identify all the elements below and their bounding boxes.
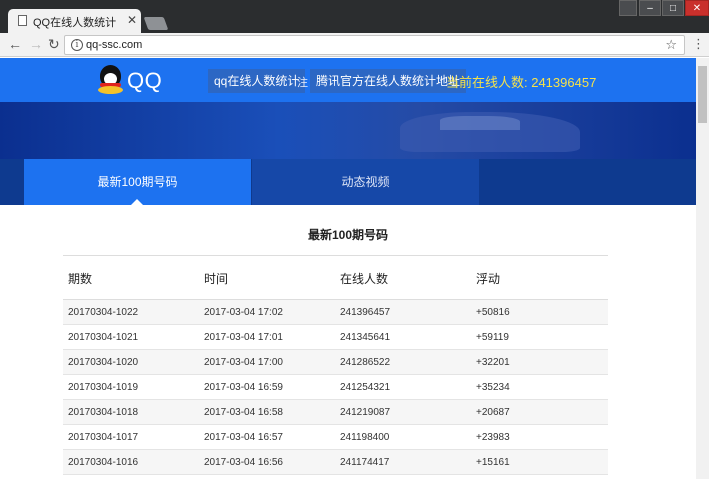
- cell-online: 241254321: [340, 382, 391, 393]
- cell-time: 2017-03-04 16:58: [204, 407, 283, 418]
- cell-period: 20170304-1016: [68, 457, 139, 468]
- table-row: 20170304-1019 2017-03-04 16:59 241254321…: [63, 375, 608, 400]
- online-count: 当前在线人数: 241396457: [446, 75, 597, 90]
- cell-time: 2017-03-04 17:00: [204, 357, 283, 368]
- cell-online: 241286522: [340, 357, 391, 368]
- section-tabs: 最新100期号码 动态视频: [0, 159, 696, 205]
- cell-time: 2017-03-04 17:01: [204, 332, 283, 343]
- scrollbar-thumb[interactable]: [698, 66, 707, 123]
- cell-change: +20687: [476, 407, 510, 418]
- cell-change: +32201: [476, 357, 510, 368]
- column-header: 时间: [204, 272, 229, 286]
- minimize-button[interactable]: –: [639, 0, 661, 16]
- cell-period: 20170304-1019: [68, 382, 139, 393]
- menu-icon[interactable]: ⋮: [692, 36, 705, 52]
- column-header: 在线人数: [340, 272, 389, 286]
- new-tab-button[interactable]: [143, 17, 169, 30]
- browser-toolbar: ← → ↻ i qq-ssc.com ☆ ⋮: [0, 33, 709, 57]
- cell-online: 241219087: [340, 407, 391, 418]
- cell-change: +35234: [476, 382, 510, 393]
- cell-period: 20170304-1022: [68, 307, 139, 318]
- cell-period: 20170304-1021: [68, 332, 139, 343]
- close-window-button[interactable]: ✕: [685, 0, 709, 16]
- tab-video[interactable]: 动态视频: [252, 159, 479, 205]
- table-row: 20170304-1020 2017-03-04 17:00 241286522…: [63, 350, 608, 375]
- user-icon[interactable]: [619, 0, 637, 16]
- table-header: 期数 时间 在线人数 浮动: [63, 255, 608, 300]
- results-table: 期数 时间 在线人数 浮动 20170304-1022 2017-03-04 1…: [63, 255, 608, 475]
- cell-time: 2017-03-04 17:02: [204, 307, 283, 318]
- reload-icon[interactable]: ↻: [48, 36, 60, 53]
- table-row: 20170304-1018 2017-03-04 16:58 241219087…: [63, 400, 608, 425]
- site-header: QQ qq在线人数统计 注： 腾讯官方在线人数统计地址 当前在线人数: 2413…: [0, 58, 696, 102]
- cell-change: +23983: [476, 432, 510, 443]
- cell-change: +59119: [476, 332, 509, 343]
- address-bar[interactable]: i qq-ssc.com ☆: [64, 35, 685, 55]
- nav-online-stats[interactable]: qq在线人数统计: [208, 69, 306, 93]
- forward-icon[interactable]: →: [29, 36, 43, 52]
- cell-time: 2017-03-04 16:57: [204, 432, 283, 443]
- cell-time: 2017-03-04 16:59: [204, 382, 283, 393]
- cell-online: 241174417: [340, 457, 390, 468]
- cell-change: +15161: [476, 457, 510, 468]
- browser-tab[interactable]: QQ在线人数统计 ✕: [8, 9, 141, 33]
- web-page: QQ qq在线人数统计 注： 腾讯官方在线人数统计地址 当前在线人数: 2413…: [0, 58, 696, 479]
- logo-text: QQ: [127, 68, 163, 93]
- url-text[interactable]: qq-ssc.com: [86, 39, 142, 51]
- browser-titlebar: QQ在线人数统计 ✕ – □ ✕: [0, 0, 709, 33]
- table-row: 20170304-1021 2017-03-04 17:01 241345641…: [63, 325, 608, 350]
- close-tab-icon[interactable]: ✕: [127, 13, 137, 27]
- column-header: 期数: [68, 272, 93, 286]
- back-icon[interactable]: ←: [8, 36, 22, 52]
- qq-penguin-logo[interactable]: [97, 65, 124, 96]
- cell-time: 2017-03-04 16:56: [204, 457, 283, 468]
- table-row: 20170304-1016 2017-03-04 16:56 241174417…: [63, 450, 608, 475]
- section-title: 最新100期号码: [307, 228, 389, 242]
- cell-period: 20170304-1020: [68, 357, 139, 368]
- tab-title: QQ在线人数统计: [33, 17, 117, 29]
- table-row: 20170304-1017 2017-03-04 16:57 241198400…: [63, 425, 608, 450]
- info-icon[interactable]: i: [71, 39, 83, 51]
- page-scrollbar[interactable]: [696, 58, 709, 479]
- cell-period: 20170304-1018: [68, 407, 139, 418]
- cell-period: 20170304-1017: [68, 432, 139, 443]
- bookmark-star-icon[interactable]: ☆: [665, 37, 677, 53]
- nav-official-stats[interactable]: 腾讯官方在线人数统计地址: [310, 69, 467, 93]
- column-header: 浮动: [476, 272, 501, 286]
- maximize-button[interactable]: □: [662, 0, 684, 16]
- cell-online: 241396457: [340, 307, 391, 318]
- cell-online: 241198400: [340, 432, 390, 443]
- banner-image: [0, 102, 696, 159]
- active-tab-pointer: [131, 199, 143, 205]
- cell-online: 241345641: [340, 332, 391, 343]
- cell-change: +50816: [476, 307, 510, 318]
- table-row: 20170304-1022 2017-03-04 17:02 241396457…: [63, 300, 608, 325]
- page-icon: [18, 15, 27, 26]
